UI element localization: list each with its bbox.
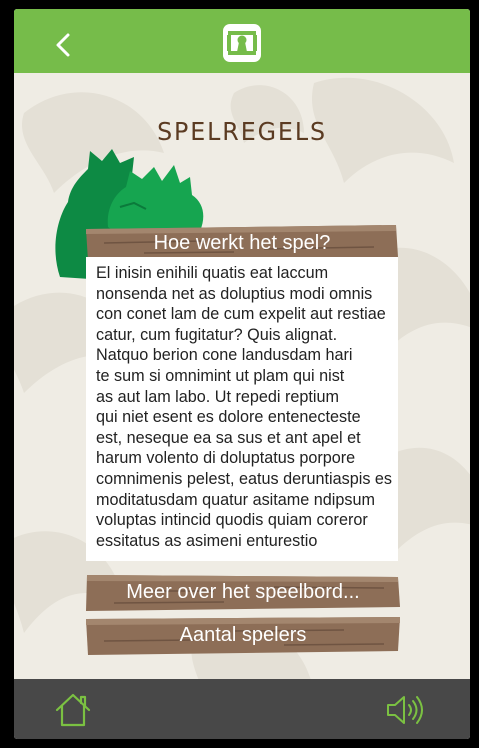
keyhole-logo-icon xyxy=(223,24,261,62)
chevron-left-icon xyxy=(56,33,70,57)
sound-button[interactable] xyxy=(384,691,428,729)
home-button[interactable] xyxy=(54,691,92,729)
top-bar xyxy=(14,9,470,73)
page-title: SPELREGELS xyxy=(157,117,327,146)
players-label: Aantal spelers xyxy=(179,624,307,646)
rules-card: El inisin enihili quatis eat laccum nons… xyxy=(86,257,398,561)
speaker-sound-icon xyxy=(387,696,423,724)
more-board-label: Meer over het speelbord... xyxy=(126,581,360,603)
back-button[interactable] xyxy=(42,25,82,65)
bottom-bar xyxy=(14,679,470,739)
rules-text: El inisin enihili quatis eat laccum nons… xyxy=(96,264,393,550)
more-board-button[interactable]: Meer over het speelbord... xyxy=(84,573,402,611)
section-heading-label: Hoe werkt het spel? xyxy=(153,232,331,254)
players-button[interactable]: Aantal spelers xyxy=(84,615,402,655)
home-icon xyxy=(55,693,91,727)
section-heading-plank[interactable]: Hoe werkt het spel? xyxy=(84,225,400,261)
app-screen: SPELREGELS Hoe werkt het spel? El inisin… xyxy=(14,9,470,739)
app-logo xyxy=(222,23,262,63)
